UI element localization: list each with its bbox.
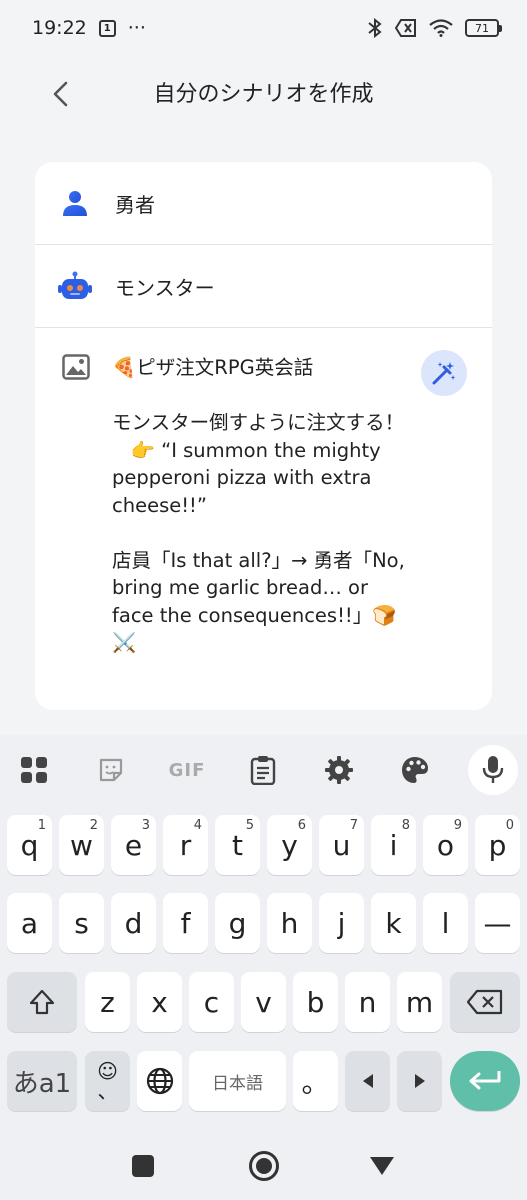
key-q[interactable]: q1	[7, 815, 52, 875]
magic-wand-button[interactable]	[421, 350, 467, 396]
home-button[interactable]	[249, 1151, 279, 1181]
gif-button[interactable]: GIF	[162, 745, 212, 795]
chevron-left-icon	[53, 81, 68, 107]
page-title: 自分のシナリオを作成	[153, 82, 374, 107]
key-p[interactable]: p0	[475, 815, 520, 875]
key-d[interactable]: d	[111, 893, 156, 953]
key-c[interactable]: c	[189, 972, 234, 1032]
no-sim-icon	[395, 19, 416, 37]
bluetooth-icon	[368, 18, 382, 38]
back-button[interactable]	[40, 74, 80, 114]
key-s[interactable]: s	[59, 893, 104, 953]
gear-icon	[325, 756, 353, 784]
soft-keyboard: GIF q 1 w 2 e 3 r 4 t 5 y 6 u 7 i 8 o 9 …	[0, 735, 527, 1130]
keyboard-toolbar: GIF	[0, 735, 527, 805]
key-l[interactable]: l	[423, 893, 468, 953]
clipboard-icon	[250, 756, 276, 785]
enter-key[interactable]	[450, 1051, 520, 1111]
cursor-left-key[interactable]	[345, 1051, 390, 1111]
recents-button[interactable]	[132, 1155, 154, 1177]
key-v[interactable]: v	[241, 972, 286, 1032]
key-dash[interactable]: —	[475, 893, 520, 953]
sticker-button[interactable]	[86, 745, 136, 795]
robot-icon	[58, 271, 92, 299]
notification-box-icon: 1	[98, 19, 116, 37]
system-nav-bar	[0, 1130, 527, 1200]
key-j[interactable]: j	[319, 893, 364, 953]
key-a[interactable]: a	[7, 893, 52, 953]
space-key[interactable]: 日本語	[189, 1051, 286, 1111]
key-f[interactable]: f	[163, 893, 208, 953]
apps-icon	[21, 757, 47, 783]
key-m[interactable]: m	[397, 972, 442, 1032]
more-notifications-icon: ···	[127, 17, 146, 39]
shift-icon	[29, 989, 55, 1015]
emoji-comma-key[interactable]: ☺ 、	[85, 1051, 130, 1111]
person-icon	[63, 191, 87, 216]
backspace-key[interactable]	[450, 972, 520, 1032]
globe-key[interactable]	[137, 1051, 182, 1111]
key-o[interactable]: o9	[423, 815, 468, 875]
wifi-icon	[429, 19, 453, 37]
apps-button[interactable]	[9, 745, 59, 795]
clipboard-button[interactable]	[238, 745, 288, 795]
palette-icon	[402, 757, 428, 783]
key-b[interactable]: b	[293, 972, 338, 1032]
role-row-monster[interactable]: モンスター	[35, 245, 492, 328]
home-icon	[256, 1158, 272, 1174]
battery-icon: 71	[465, 19, 502, 37]
arrow-right-icon	[414, 1074, 425, 1088]
sticker-icon	[99, 758, 123, 782]
key-y[interactable]: y6	[267, 815, 312, 875]
status-time: 19:22	[32, 17, 87, 39]
scenario-field[interactable]: 🍕ピザ注文RPG英会話 モンスター倒すように注文する！ 👉 “I summon …	[35, 328, 492, 710]
shift-key[interactable]	[7, 972, 77, 1032]
backspace-icon	[467, 989, 503, 1015]
scenario-text[interactable]: 🍕ピザ注文RPG英会話 モンスター倒すように注文する！ 👉 “I summon …	[112, 354, 412, 657]
app-header: 自分のシナリオを作成	[0, 64, 527, 120]
role-label-hero: 勇者	[115, 192, 155, 217]
settings-button[interactable]	[314, 745, 364, 795]
key-r[interactable]: r4	[163, 815, 208, 875]
arrow-left-icon	[362, 1074, 373, 1088]
voice-input-button[interactable]	[468, 745, 518, 795]
back-nav-button[interactable]	[369, 1156, 395, 1180]
key-g[interactable]: g	[215, 893, 260, 953]
key-e[interactable]: e3	[111, 815, 156, 875]
key-u[interactable]: u7	[319, 815, 364, 875]
globe-icon	[146, 1067, 173, 1095]
key-i[interactable]: i8	[371, 815, 416, 875]
triangle-back-icon	[370, 1157, 394, 1175]
key-t[interactable]: t5	[215, 815, 260, 875]
cursor-right-key[interactable]	[397, 1051, 442, 1111]
role-label-monster: モンスター	[115, 275, 215, 300]
role-row-hero[interactable]: 勇者	[35, 162, 492, 245]
image-icon	[62, 354, 90, 380]
enter-icon	[469, 1071, 501, 1090]
key-x[interactable]: x	[137, 972, 182, 1032]
key-z[interactable]: z	[85, 972, 130, 1032]
emoji-icon: ☺	[97, 1059, 118, 1083]
theme-button[interactable]	[390, 745, 440, 795]
key-k[interactable]: k	[371, 893, 416, 953]
magic-wand-icon	[432, 362, 456, 385]
key-h[interactable]: h	[267, 893, 312, 953]
key-w[interactable]: w2	[59, 815, 104, 875]
scenario-card: 勇者 モンスター 🍕ピザ注文RPG英会話 モンスター倒すように注文する！ 👉 “…	[35, 162, 492, 710]
mic-icon	[482, 756, 504, 783]
language-switch-key[interactable]: あa1	[7, 1051, 77, 1111]
key-n[interactable]: n	[345, 972, 390, 1032]
period-key[interactable]: 。	[293, 1051, 338, 1111]
status-bar: 19:22 1 ··· 71	[0, 0, 527, 56]
scrolled-text-fragment	[60, 120, 480, 134]
